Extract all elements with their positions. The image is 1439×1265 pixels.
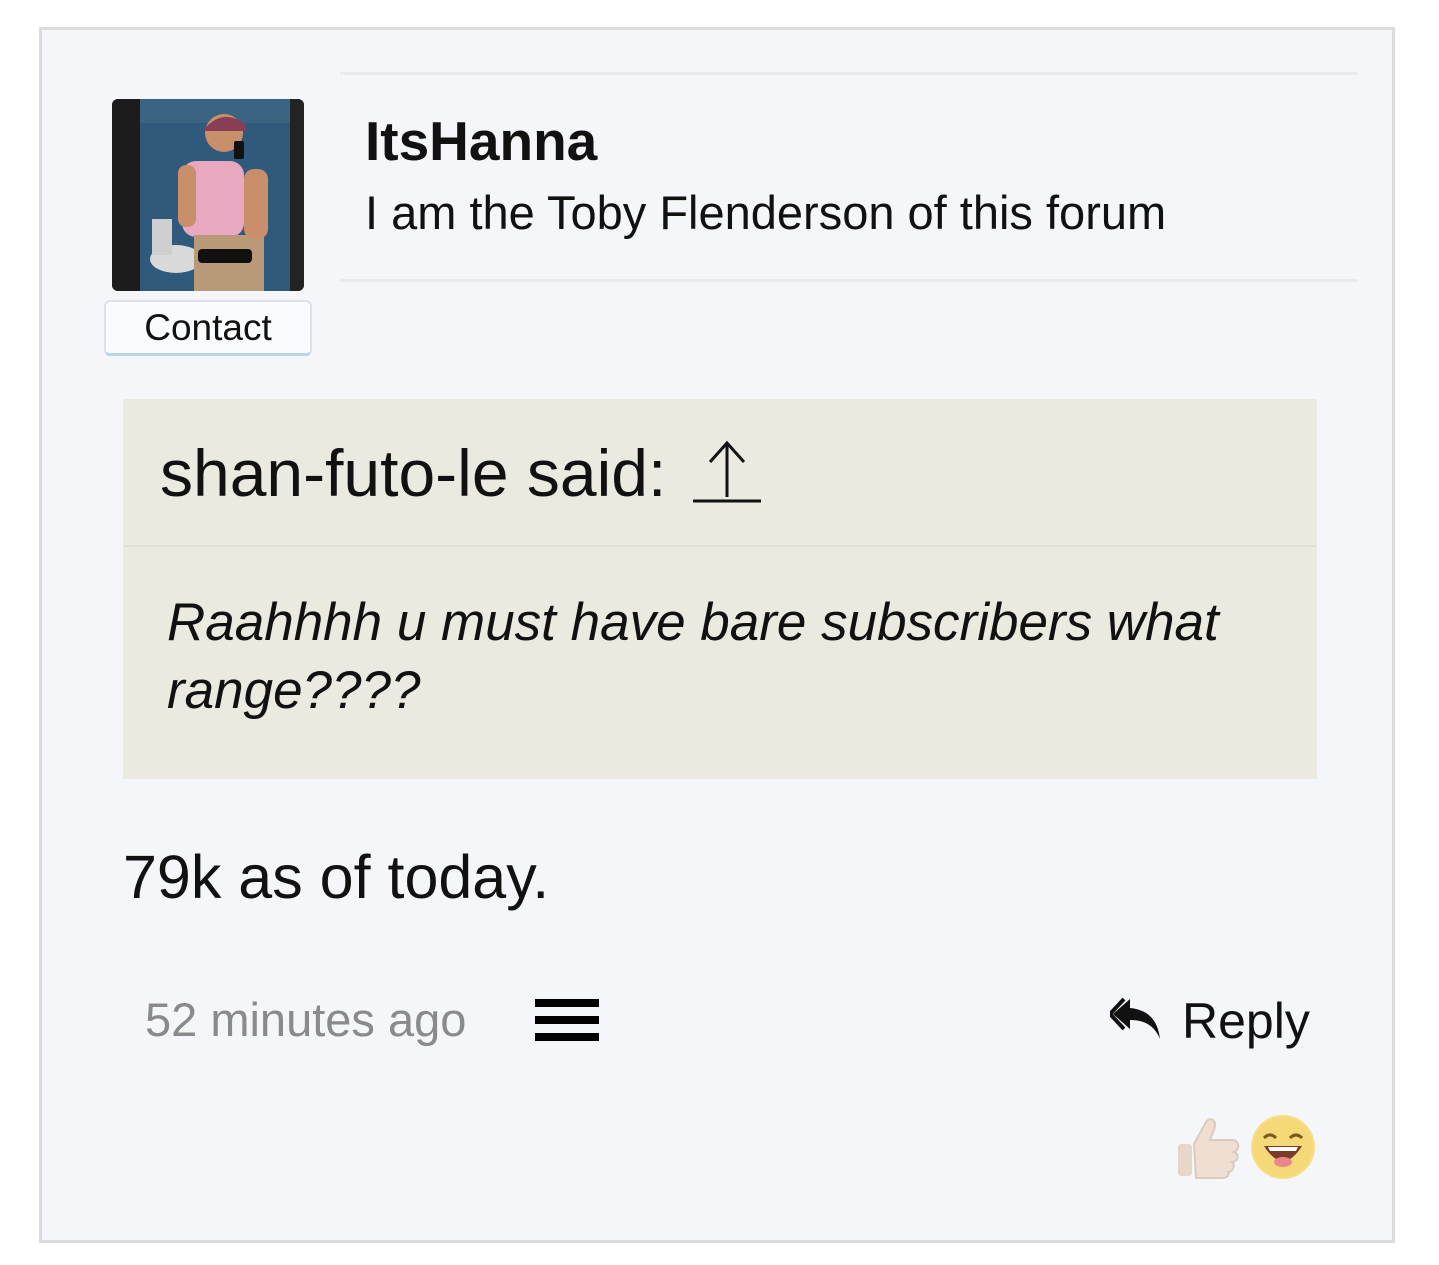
user-title: I am the Toby Flenderson of this forum	[365, 186, 1167, 239]
quote-attribution: shan-futo-le said:	[160, 436, 667, 510]
post-message: 79k as of today.	[123, 843, 550, 911]
quote-header: shan-futo-le said:	[123, 399, 1317, 547]
username[interactable]: ItsHanna	[365, 109, 597, 173]
quote-block: shan-futo-le said: Raahhhh u must have b…	[123, 399, 1317, 779]
forum-post: Contact ItsHanna I am the Toby Flenderso…	[39, 27, 1395, 1243]
quote-text: Raahhhh u must have bare subscribers wha…	[167, 593, 1219, 720]
contact-button[interactable]: Contact	[104, 300, 312, 356]
reply-arrow-icon	[1110, 997, 1160, 1039]
hamburger-menu-icon[interactable]	[535, 999, 601, 1043]
user-header: ItsHanna I am the Toby Flenderson of thi…	[340, 72, 1358, 282]
user-avatar[interactable]	[112, 99, 304, 291]
up-arrow-icon[interactable]	[693, 435, 761, 505]
reply-label: Reply	[1182, 993, 1310, 1049]
laughing-face-icon[interactable]	[1250, 1114, 1316, 1180]
thumbs-up-icon[interactable]	[1176, 1114, 1242, 1180]
post-timestamp[interactable]: 52 minutes ago	[145, 992, 466, 1047]
